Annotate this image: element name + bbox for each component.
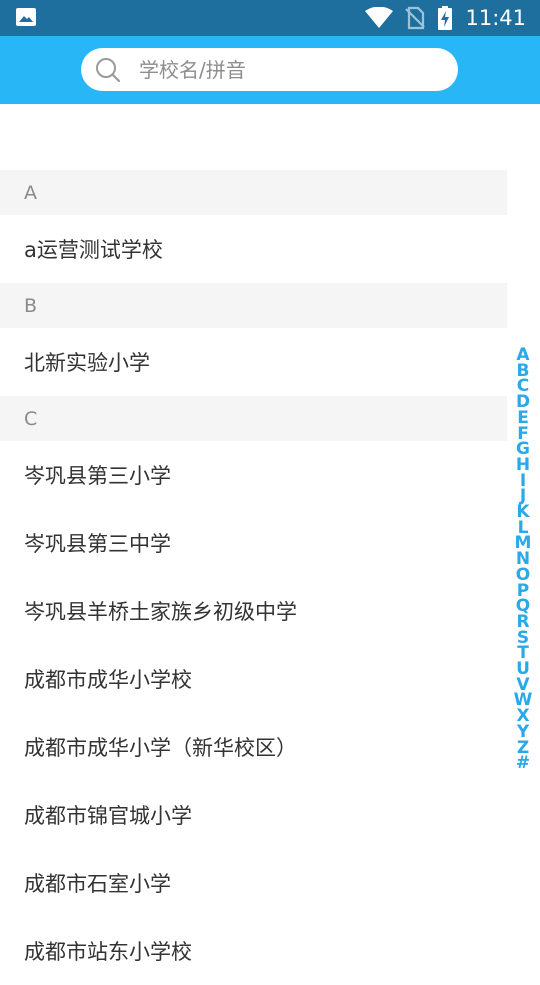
school-name: 岑巩县羊桥土家族乡初级中学 <box>24 600 297 624</box>
school-name: 成都市站东小学校 <box>24 940 192 964</box>
school-list: Aa运营测试学校 B 北新实验小学 C 岑巩县第三小学 岑巩县第三中学岑巩县羊桥土家族乡初… <box>0 170 507 985</box>
image-notification-icon <box>16 8 36 26</box>
school-name: 岑巩县第三小学 <box>24 464 171 488</box>
school-name: 成都市成华小学校 <box>24 668 192 692</box>
header <box>0 36 540 104</box>
battery-charging-icon <box>438 6 453 30</box>
school-list-item[interactable]: 岑巩县第三中学 <box>0 509 507 577</box>
school-name: 成都市石室小学 <box>24 872 171 896</box>
school-name: a运营测试学校 <box>24 238 163 262</box>
school-list-item[interactable]: a运营测试学校 <box>0 215 507 283</box>
status-bar: 11:41 <box>0 0 540 36</box>
search-input[interactable] <box>139 57 419 82</box>
school-list-item[interactable]: 成都市石室小学 <box>0 849 507 917</box>
school-list-item[interactable]: 成都市成华小学（新华校区） <box>0 713 507 781</box>
school-list-item[interactable]: 岑巩县羊桥土家族乡初级中学 <box>0 577 507 645</box>
index-letter[interactable]: # <box>516 755 530 772</box>
section-header: C <box>0 396 507 441</box>
school-name: 成都市锦官城小学 <box>24 804 192 828</box>
section-letter: A <box>24 181 37 204</box>
section-letter: B <box>24 294 38 317</box>
wifi-icon <box>365 7 394 28</box>
no-sim-icon <box>405 6 426 30</box>
school-name: 岑巩县第三中学 <box>24 532 171 556</box>
clock: 11:41 <box>465 6 526 30</box>
school-list-item[interactable]: 成都市成华小学校 <box>0 645 507 713</box>
school-name: 成都市成华小学（新华校区） <box>24 736 297 760</box>
alphabet-index-bar[interactable]: A B C D E F G H I J K L M N O P Q R S T U V W X Y Z # <box>510 347 536 772</box>
school-list-item[interactable]: 岑巩县第三小学 <box>0 441 507 509</box>
school-list-item[interactable]: 北新实验小学 <box>0 328 507 396</box>
school-list-item[interactable]: 成都市锦官城小学 <box>0 781 507 849</box>
school-name: 北新实验小学 <box>24 351 150 375</box>
search-icon <box>96 57 121 82</box>
search-box[interactable] <box>81 48 458 91</box>
section-letter: C <box>24 407 38 430</box>
section-header: A <box>0 170 507 215</box>
section-header: B <box>0 283 507 328</box>
school-list-item[interactable]: 成都市站东小学校 <box>0 917 507 985</box>
